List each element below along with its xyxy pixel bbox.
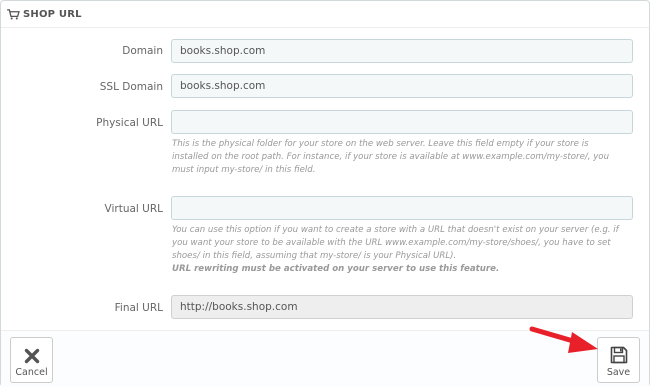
save-label: Save [606,367,631,378]
help-line: you want your store to be available with… [172,238,611,248]
virtual-url-label: Virtual URL [104,203,163,215]
annotation-arrow-icon [529,326,598,353]
floppy-disk-icon [610,346,627,364]
panel-title: SHOP URL [23,8,82,20]
shop-url-panel: SHOP URL Domain books.shop.com SSL Domai… [0,0,650,387]
help-line: You can use this option if you want to c… [172,225,619,235]
cancel-label: Cancel [15,367,48,378]
panel-heading: SHOP URL [1,1,649,28]
physical-url-help: This is the physical folder for your sto… [172,138,634,177]
cancel-button[interactable]: Cancel [10,337,53,383]
cart-icon [7,8,20,19]
help-line: shoes/ in this field, assuming that my-s… [172,251,457,261]
help-line: This is the physical folder for your sto… [172,139,589,149]
help-line: must input my-store/ in this field. [172,165,316,175]
domain-label: Domain [122,45,163,57]
final-url-label: Final URL [114,302,163,314]
virtual-url-input[interactable] [171,196,633,220]
virtual-url-help: You can use this option if you want to c… [172,224,634,276]
domain-input[interactable]: books.shop.com [171,39,633,63]
close-icon [24,348,39,364]
final-url-field: http://books.shop.com [171,295,633,319]
ssl-domain-input[interactable]: books.shop.com [171,74,633,98]
physical-url-label: Physical URL [96,117,163,129]
physical-url-input[interactable] [171,110,633,134]
ssl-domain-label: SSL Domain [99,81,163,93]
help-bold-note: URL rewriting must be activated on your … [172,264,500,274]
help-line: installed on the root path. For instance… [172,152,610,162]
